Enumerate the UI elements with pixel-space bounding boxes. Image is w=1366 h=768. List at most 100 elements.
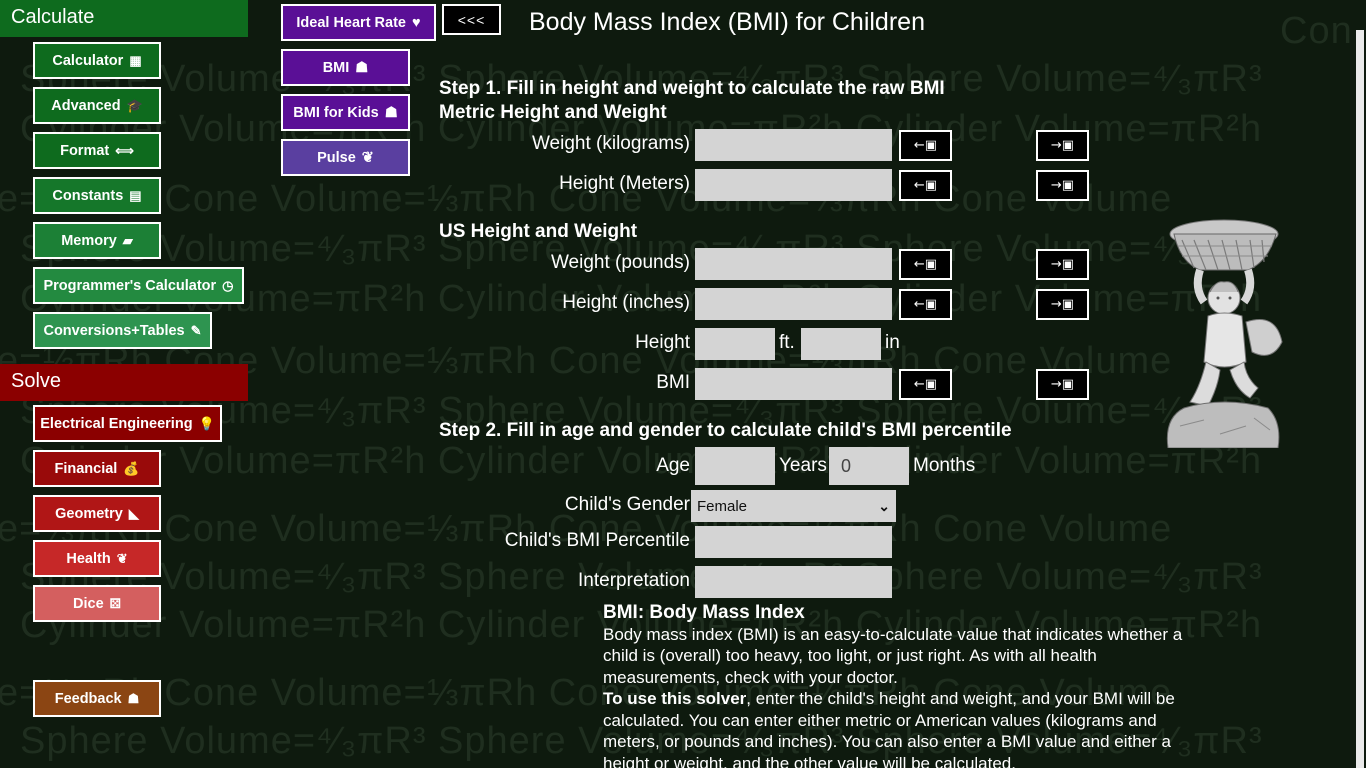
ruler-triangle-icon: ◣ xyxy=(128,505,139,521)
scrollbar-thumb[interactable] xyxy=(1356,30,1364,768)
lightbulb-icon: 💡 xyxy=(198,415,215,431)
weight-lb-input[interactable] xyxy=(695,248,892,280)
info-paragraph-2: To use this solver, enter the child's he… xyxy=(603,688,1203,768)
age-years-input[interactable] xyxy=(695,447,775,485)
height-m-copy-left-button[interactable]: ←▣ xyxy=(899,170,952,201)
pulse-label: Pulse xyxy=(317,149,356,166)
financial-button[interactable]: Financial 💰 xyxy=(33,450,161,487)
ideal-heart-rate-button[interactable]: Ideal Heart Rate ♥ xyxy=(281,4,436,41)
months-label: Months xyxy=(913,455,976,476)
advanced-button[interactable]: Advanced 🎓 xyxy=(33,87,161,124)
dice-button[interactable]: Dice ⚄ xyxy=(33,585,161,622)
conversions-tables-button[interactable]: Conversions+Tables ✎ xyxy=(33,312,212,349)
financial-label: Financial xyxy=(54,460,118,477)
constants-button-label: Constants xyxy=(52,187,124,204)
calculator-button[interactable]: Calculator ▦ xyxy=(33,42,161,79)
bmi-input[interactable] xyxy=(695,368,892,400)
solve-header: Solve xyxy=(0,364,248,401)
person-icon: ☗ xyxy=(384,104,398,121)
graduation-cap-icon: 🎓 xyxy=(126,97,143,113)
gender-selected-value: Female xyxy=(697,497,748,515)
in-label: in xyxy=(885,332,900,353)
height-in-copy-right-button[interactable]: →▣ xyxy=(1036,289,1089,320)
money-bag-icon: 💰 xyxy=(123,460,140,476)
info-paragraph-2-bold: To use this solver xyxy=(603,689,747,708)
format-button[interactable]: Format ⟺ xyxy=(33,132,161,169)
weight-lb-copy-right-button[interactable]: →▣ xyxy=(1036,249,1089,280)
page-title: Body Mass Index (BMI) for Children xyxy=(529,8,925,36)
cherub-illustration xyxy=(1166,219,1283,448)
bmi-percentile-output[interactable] xyxy=(695,526,892,558)
height-in-input[interactable] xyxy=(695,288,892,320)
step2-heading: Step 2. Fill in age and gender to calcul… xyxy=(439,420,1012,441)
clock-icon: ◷ xyxy=(222,277,234,293)
calculator-button-label: Calculator xyxy=(52,52,124,69)
programmers-calculator-button[interactable]: Programmer's Calculator ◷ xyxy=(33,267,244,304)
interpretation-output[interactable] xyxy=(695,566,892,598)
format-button-label: Format xyxy=(60,142,110,159)
back-button[interactable]: <<< xyxy=(442,4,501,35)
height-in-label: Height (inches) xyxy=(562,292,690,313)
info-paragraph-1: Body mass index (BMI) is an easy-to-calc… xyxy=(603,624,1183,687)
conversions-tables-label: Conversions+Tables xyxy=(43,322,185,339)
memory-button[interactable]: Memory ▰ xyxy=(33,222,161,259)
feedback-button[interactable]: Feedback ☗ xyxy=(33,680,161,717)
dice-icon: ⚄ xyxy=(109,595,121,611)
years-label: Years xyxy=(779,455,827,476)
person-icon: ☗ xyxy=(355,59,369,76)
left-right-arrow-icon: ⟺ xyxy=(115,142,134,158)
electrical-engineering-label: Electrical Engineering xyxy=(40,415,193,432)
dice-label: Dice xyxy=(73,595,104,612)
bmi-for-kids-button[interactable]: BMI for Kids ☗ xyxy=(281,94,410,131)
geometry-label: Geometry xyxy=(55,505,123,522)
butterfly-icon: ❦ xyxy=(361,149,374,166)
gender-select[interactable]: Female ⌄ xyxy=(691,490,896,522)
age-label: Age xyxy=(656,455,690,476)
feedback-person-icon: ☗ xyxy=(127,690,140,706)
butterfly-icon: ❦ xyxy=(116,550,128,566)
info-panel: BMI: Body Mass Index Body mass index (BM… xyxy=(603,602,1203,768)
height-inches-input[interactable] xyxy=(801,328,881,360)
feedback-label: Feedback xyxy=(54,690,122,707)
health-button[interactable]: Health ❦ xyxy=(33,540,161,577)
height-feet-input[interactable] xyxy=(695,328,775,360)
age-months-input[interactable]: 0 xyxy=(829,447,909,485)
pulse-button[interactable]: Pulse ❦ xyxy=(281,139,410,176)
advanced-button-label: Advanced xyxy=(51,97,121,114)
bmi-label: BMI xyxy=(322,59,350,76)
info-heading: BMI: Body Mass Index xyxy=(603,602,805,623)
bmi-button[interactable]: BMI ☗ xyxy=(281,49,410,86)
weight-lb-label: Weight (pounds) xyxy=(550,252,690,273)
metric-heading: Metric Height and Weight xyxy=(439,102,667,123)
bmi-for-kids-label: BMI for Kids xyxy=(293,104,379,121)
weight-lb-copy-left-button[interactable]: ←▣ xyxy=(899,249,952,280)
weight-kg-label: Weight (kilograms) xyxy=(531,133,690,154)
height-m-copy-right-button[interactable]: →▣ xyxy=(1036,170,1089,201)
memory-card-icon: ▰ xyxy=(122,232,133,248)
constants-button[interactable]: Constants ▤ xyxy=(33,177,161,214)
weight-kg-copy-right-button[interactable]: →▣ xyxy=(1036,130,1089,161)
pencil-icon: ✎ xyxy=(190,322,202,338)
chevron-down-icon: ⌄ xyxy=(878,497,890,514)
calculator-icon: ▦ xyxy=(129,52,142,68)
height-in-copy-left-button[interactable]: ←▣ xyxy=(899,289,952,320)
height-m-label: Height (Meters) xyxy=(559,173,690,194)
heart-icon: ♥ xyxy=(412,14,421,31)
electrical-engineering-button[interactable]: Electrical Engineering 💡 xyxy=(33,405,222,442)
ideal-heart-rate-label: Ideal Heart Rate xyxy=(296,14,406,31)
calculate-header: Calculate xyxy=(0,0,248,37)
vertical-scrollbar[interactable] xyxy=(1354,0,1366,768)
gender-label: Child's Gender xyxy=(564,494,690,515)
bmi-percentile-label: Child's BMI Percentile xyxy=(504,530,690,551)
weight-kg-copy-left-button[interactable]: ←▣ xyxy=(899,130,952,161)
weight-kg-input[interactable] xyxy=(695,129,892,161)
bmi-copy-right-button[interactable]: →▣ xyxy=(1036,369,1089,400)
health-label: Health xyxy=(66,550,111,567)
height-label: Height xyxy=(635,332,690,353)
ft-label: ft. xyxy=(779,332,795,353)
geometry-button[interactable]: Geometry ◣ xyxy=(33,495,161,532)
memory-button-label: Memory xyxy=(61,232,117,249)
us-heading: US Height and Weight xyxy=(439,221,638,242)
bmi-copy-left-button[interactable]: ←▣ xyxy=(899,369,952,400)
height-m-input[interactable] xyxy=(695,169,892,201)
